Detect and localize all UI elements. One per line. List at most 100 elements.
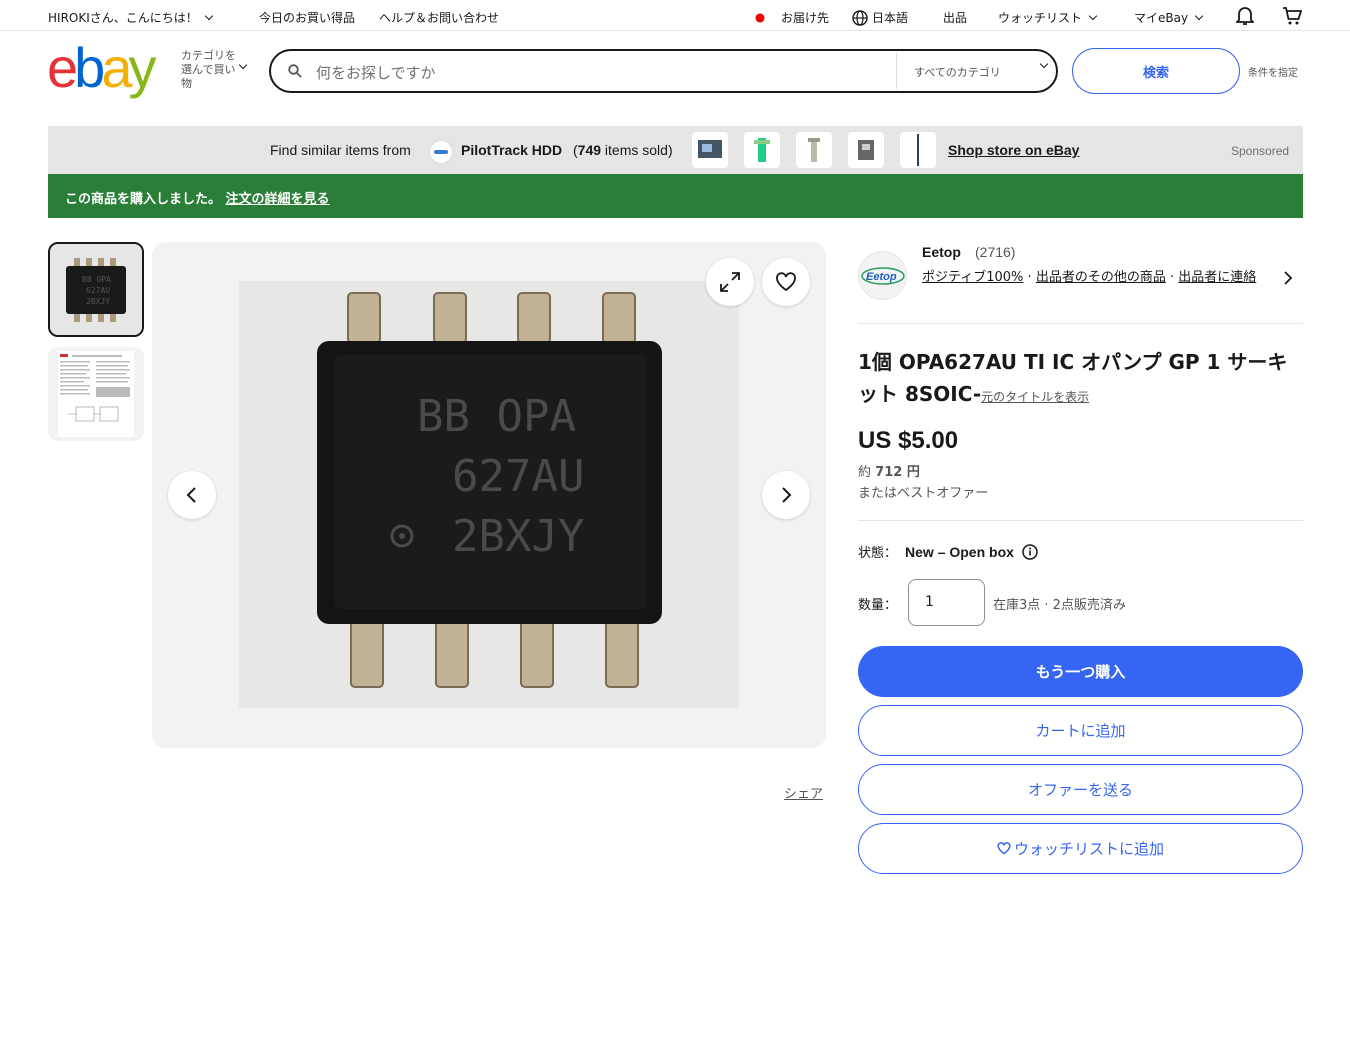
chevron-down-icon — [1039, 59, 1049, 69]
watchlist-menu[interactable]: ウォッチリスト — [998, 9, 1098, 26]
advanced-search-link[interactable]: 条件を指定 — [1248, 64, 1298, 79]
watch-heart-button[interactable] — [762, 258, 810, 306]
chevron-left-icon — [186, 487, 196, 503]
top-bar: HIROKIさん、こんにちは！ 今日のお買い得品 ヘルプ＆お問い合わせ お届け先… — [0, 0, 1350, 31]
chip-marking-line2: 627AU — [452, 451, 584, 502]
search-input[interactable]: 何をお探しですか — [316, 62, 436, 83]
chevron-right-icon — [782, 487, 792, 503]
buy-again-button[interactable]: もう一つ購入 — [858, 646, 1303, 697]
approx-value: 712 円 — [875, 465, 920, 480]
daily-deals-label: 今日のお買い得品 — [259, 11, 356, 25]
approx-price: 約 712 円 — [858, 461, 920, 480]
help-label: ヘルプ＆お問い合わせ — [379, 11, 500, 25]
sell-link[interactable]: 出品 — [943, 9, 967, 26]
availability-text: 在庫3点 · 2点販売済み — [993, 598, 1126, 613]
contact-seller-link[interactable]: 出品者に連絡 — [1178, 270, 1256, 285]
item-title: 1個 OPA627AU TI IC オパンプ GP 1 サーキット 8SOIC-… — [858, 346, 1298, 413]
condition-value: New – Open box — [905, 543, 1014, 560]
chevron-down-icon — [204, 11, 214, 20]
notification-bell-icon[interactable] — [1236, 6, 1254, 26]
my-ebay-menu[interactable]: マイeBay — [1134, 9, 1204, 26]
store-name[interactable]: PilotTrack HDD — [461, 142, 562, 158]
main-product-image[interactable]: BB OPA 627AU 2BXJY — [239, 281, 739, 708]
make-offer-button[interactable]: オファーを送る — [858, 764, 1303, 815]
sold-suffix: items sold) — [604, 142, 673, 158]
quantity-input[interactable]: 1 — [908, 579, 985, 626]
ship-to-label: お届け先 — [781, 11, 830, 25]
sponsored-label: Sponsored — [1231, 144, 1290, 158]
next-image-button[interactable] — [762, 471, 810, 519]
quantity-label: 数量： — [858, 598, 898, 613]
seller-other-items-link[interactable]: 出品者のその他の商品 — [1036, 270, 1166, 285]
search-button[interactable]: 検索 — [1072, 48, 1240, 94]
show-original-title-link[interactable]: 元のタイトルを表示 — [981, 390, 1089, 404]
watchlist-label: ウォッチリスト — [998, 11, 1083, 25]
item-price: US $5.00 — [858, 427, 959, 454]
greeting-text: HIROKIさん、こんにちは！ — [48, 11, 198, 25]
ebay-logo[interactable]: ebay — [47, 40, 156, 96]
image-gallery: BB OPA 627AU 2BXJY — [152, 242, 826, 748]
info-icon[interactable] — [1022, 543, 1038, 560]
search-icon — [288, 64, 302, 78]
cart-icon[interactable] — [1282, 6, 1302, 26]
seller-name[interactable]: Eetop — [922, 244, 961, 260]
find-similar-text: Find similar items from — [270, 142, 411, 158]
store-item-thumb[interactable] — [692, 132, 728, 168]
my-ebay-label: マイeBay — [1134, 11, 1189, 25]
chevron-down-icon — [1088, 11, 1098, 20]
condition-label: 状態： — [858, 546, 898, 561]
chip-marking-line1: BB OPA — [417, 391, 576, 442]
chevron-down-icon — [1194, 11, 1204, 20]
heart-icon — [997, 842, 1011, 855]
language-button[interactable]: 日本語 — [852, 9, 908, 26]
store-item-thumb[interactable] — [848, 132, 884, 168]
chip-text-line1: BB OPA — [82, 275, 111, 284]
heart-icon — [776, 272, 796, 292]
expand-button[interactable] — [706, 258, 754, 306]
share-link[interactable]: シェア — [784, 783, 823, 802]
seller-logo-text: Eetop — [866, 271, 897, 283]
greeting-menu[interactable]: HIROKIさん、こんにちは！ — [48, 9, 214, 26]
sold-count-number: 749 — [577, 142, 602, 158]
best-offer-text: またはベストオファー — [858, 486, 989, 501]
add-to-cart-button[interactable]: カートに追加 — [858, 705, 1303, 756]
store-item-thumb[interactable] — [744, 132, 780, 168]
seller-links: ポジティブ100% · 出品者のその他の商品 · 出品者に連絡 — [922, 268, 1262, 287]
chevron-right-icon[interactable] — [1283, 270, 1293, 286]
language-label: 日本語 — [872, 11, 909, 25]
thumbnail-chip[interactable]: BB OPA 627AU 2BXJY — [48, 242, 144, 337]
divider — [858, 520, 1303, 521]
purchase-notice-banner: この商品を購入しました。 注文の詳細を見る — [48, 174, 1303, 218]
order-details-link[interactable]: 注文の詳細を見る — [226, 192, 330, 207]
add-to-watchlist-button[interactable]: ウォッチリストに追加 — [858, 823, 1303, 874]
separator-dot: · — [1027, 270, 1032, 285]
search-divider — [896, 53, 897, 89]
store-logo[interactable] — [429, 140, 453, 164]
chip-text-line2: 627AU — [86, 286, 110, 295]
seller-feedback-count: (2716) — [975, 244, 1016, 260]
previous-image-button[interactable] — [168, 471, 216, 519]
seller-avatar[interactable]: Eetop — [858, 251, 907, 300]
japan-flag-icon — [755, 13, 765, 22]
chevron-down-icon — [238, 60, 248, 70]
condition-row: 状態： New – Open box — [858, 542, 1038, 561]
shop-store-link[interactable]: Shop store on eBay — [948, 142, 1079, 158]
help-link[interactable]: ヘルプ＆お問い合わせ — [379, 9, 499, 26]
seller-positive-link[interactable]: ポジティブ100% — [922, 270, 1023, 285]
daily-deals-link[interactable]: 今日のお買い得品 — [259, 9, 355, 26]
chip-marking-line3: 2BXJY — [452, 511, 584, 562]
thumbnail-datasheet[interactable] — [48, 347, 144, 441]
store-sold-count: (749 items sold) — [573, 142, 673, 158]
divider — [858, 323, 1303, 324]
store-item-thumb[interactable] — [796, 132, 832, 168]
sponsored-store-banner: Find similar items from PilotTrack HDD (… — [48, 126, 1303, 174]
sell-label: 出品 — [943, 11, 968, 25]
category-selector[interactable]: カテゴリを選んで買い物 — [181, 49, 236, 91]
chip-text-line3: 2BXJY — [86, 297, 110, 306]
search-category-select[interactable]: すべてのカテゴリ — [914, 64, 1001, 80]
ship-to-button[interactable]: お届け先 — [753, 9, 829, 26]
expand-icon — [720, 272, 740, 292]
store-item-thumb[interactable] — [900, 132, 936, 168]
purchase-message: この商品を購入しました。 — [65, 192, 222, 207]
globe-icon — [852, 9, 868, 26]
